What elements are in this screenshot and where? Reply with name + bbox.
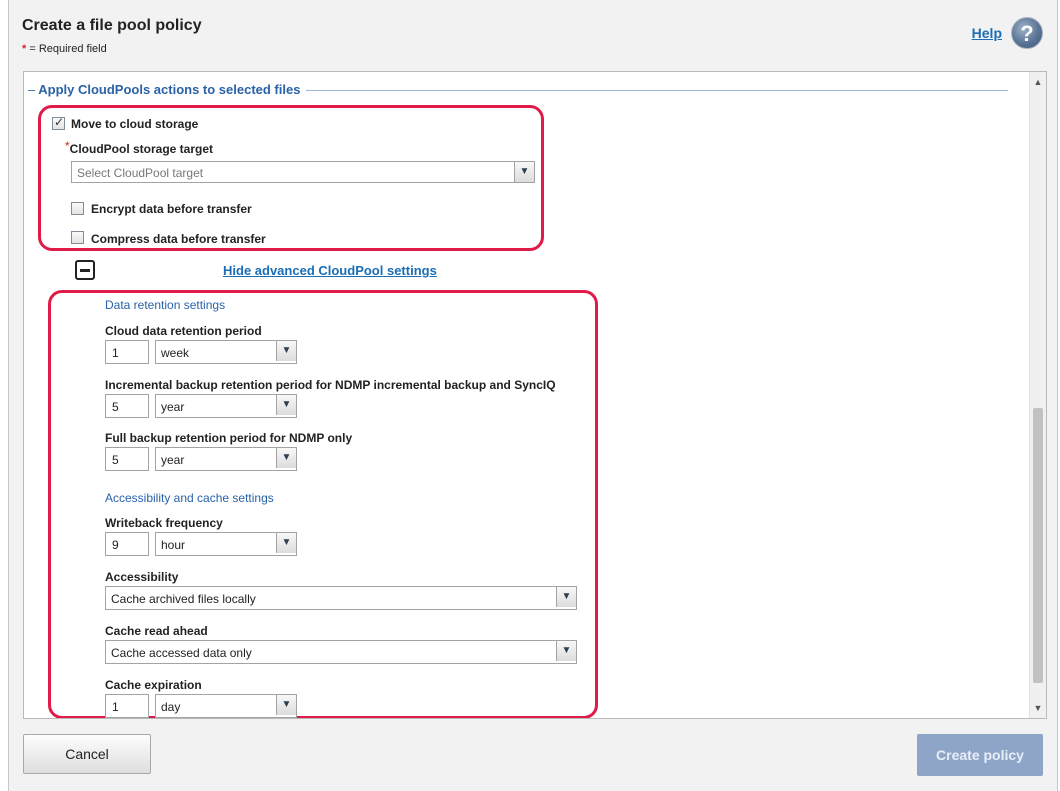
writeback-label: Writeback frequency	[105, 516, 223, 530]
arrow-up-icon[interactable]: ▲	[1030, 74, 1046, 90]
chevron-down-icon[interactable]: ▼	[276, 695, 296, 715]
help-link[interactable]: Help	[972, 25, 1002, 41]
expiration-unit: day	[161, 700, 181, 714]
incremental-retention-label: Incremental backup retention period for …	[105, 378, 556, 392]
cloud-retention-label: Cloud data retention period	[105, 324, 262, 338]
incremental-retention-unit-select[interactable]: year ▼	[155, 394, 297, 418]
incremental-retention-unit: year	[161, 400, 185, 414]
full-retention-label: Full backup retention period for NDMP on…	[105, 431, 353, 445]
accessibility-value: Cache archived files locally	[111, 592, 256, 606]
accessibility-label: Accessibility	[105, 570, 179, 584]
read-ahead-label: Cache read ahead	[105, 624, 208, 638]
dialog-header: Create a file pool policy * = Required f…	[9, 0, 1057, 70]
full-retention-unit: year	[161, 453, 185, 467]
cloud-retention-unit-select[interactable]: week ▼	[155, 340, 297, 364]
expiration-label: Cache expiration	[105, 678, 202, 692]
compress-label: Compress data before transfer	[91, 232, 266, 246]
cloudpools-legend-label: Apply CloudPools actions to selected fil…	[38, 82, 301, 97]
chevron-down-icon[interactable]: ▼	[276, 448, 296, 468]
target-label-text: CloudPool storage target	[69, 142, 214, 156]
cache-heading: Accessibility and cache settings	[105, 491, 274, 505]
expiration-unit-select[interactable]: day ▼	[155, 694, 297, 718]
chevron-down-icon[interactable]: ▼	[276, 533, 296, 553]
full-retention-unit-select[interactable]: year ▼	[155, 447, 297, 471]
writeback-unit: hour	[161, 538, 186, 552]
dialog: Create a file pool policy * = Required f…	[8, 0, 1058, 791]
retention-heading: Data retention settings	[105, 298, 226, 312]
encrypt-checkbox[interactable]	[71, 202, 84, 215]
cloudpools-legend: – Apply CloudPools actions to selected fi…	[28, 82, 307, 97]
required-note-text: = Required field	[26, 43, 107, 55]
dialog-footer: Cancel Create policy	[9, 720, 1057, 791]
encrypt-label: Encrypt data before transfer	[91, 202, 252, 216]
vertical-scrollbar[interactable]: ▲ ▼	[1029, 72, 1046, 718]
writeback-input[interactable]: 9	[105, 532, 149, 556]
cancel-button[interactable]: Cancel	[23, 734, 151, 774]
compress-checkbox[interactable]	[71, 231, 84, 244]
accessibility-select[interactable]: Cache archived files locally ▼	[105, 586, 577, 610]
help-icon[interactable]: ?	[1011, 17, 1043, 49]
required-field-note: * = Required field	[22, 43, 107, 55]
move-to-cloud-checkbox[interactable]	[52, 115, 65, 130]
read-ahead-select[interactable]: Cache accessed data only ▼	[105, 640, 577, 664]
arrow-down-icon[interactable]: ▼	[1030, 700, 1046, 716]
move-to-cloud-label: Move to cloud storage	[71, 117, 199, 131]
chevron-down-icon[interactable]: ▼	[556, 641, 576, 661]
collapse-minus-icon[interactable]	[75, 260, 95, 280]
cloudpool-target-placeholder: Select CloudPool target	[77, 166, 204, 180]
writeback-unit-select[interactable]: hour ▼	[155, 532, 297, 556]
cloudpool-target-select[interactable]: Select CloudPool target ▼	[71, 161, 535, 183]
chevron-down-icon[interactable]: ▼	[276, 341, 296, 361]
chevron-down-icon[interactable]: ▼	[556, 587, 576, 607]
dialog-title: Create a file pool policy	[22, 17, 202, 34]
policy-form-panel: – Apply CloudPools actions to selected fi…	[23, 71, 1047, 719]
full-retention-input[interactable]: 5	[105, 447, 149, 471]
incremental-retention-input[interactable]: 5	[105, 394, 149, 418]
hide-advanced-link[interactable]: Hide advanced CloudPool settings	[223, 263, 437, 278]
chevron-down-icon[interactable]: ▼	[514, 162, 534, 182]
expiration-input[interactable]: 1	[105, 694, 149, 718]
cloud-retention-unit: week	[161, 346, 190, 360]
scrollbar-thumb[interactable]	[1033, 408, 1043, 683]
target-label: *CloudPool storage target	[65, 139, 214, 156]
target-required-star: *	[65, 139, 70, 153]
chevron-down-icon[interactable]: ▼	[276, 395, 296, 415]
cloud-retention-input[interactable]: 1	[105, 340, 149, 364]
legend-dash: –	[28, 82, 36, 97]
read-ahead-value: Cache accessed data only	[111, 646, 252, 660]
create-policy-button[interactable]: Create policy	[917, 734, 1043, 776]
